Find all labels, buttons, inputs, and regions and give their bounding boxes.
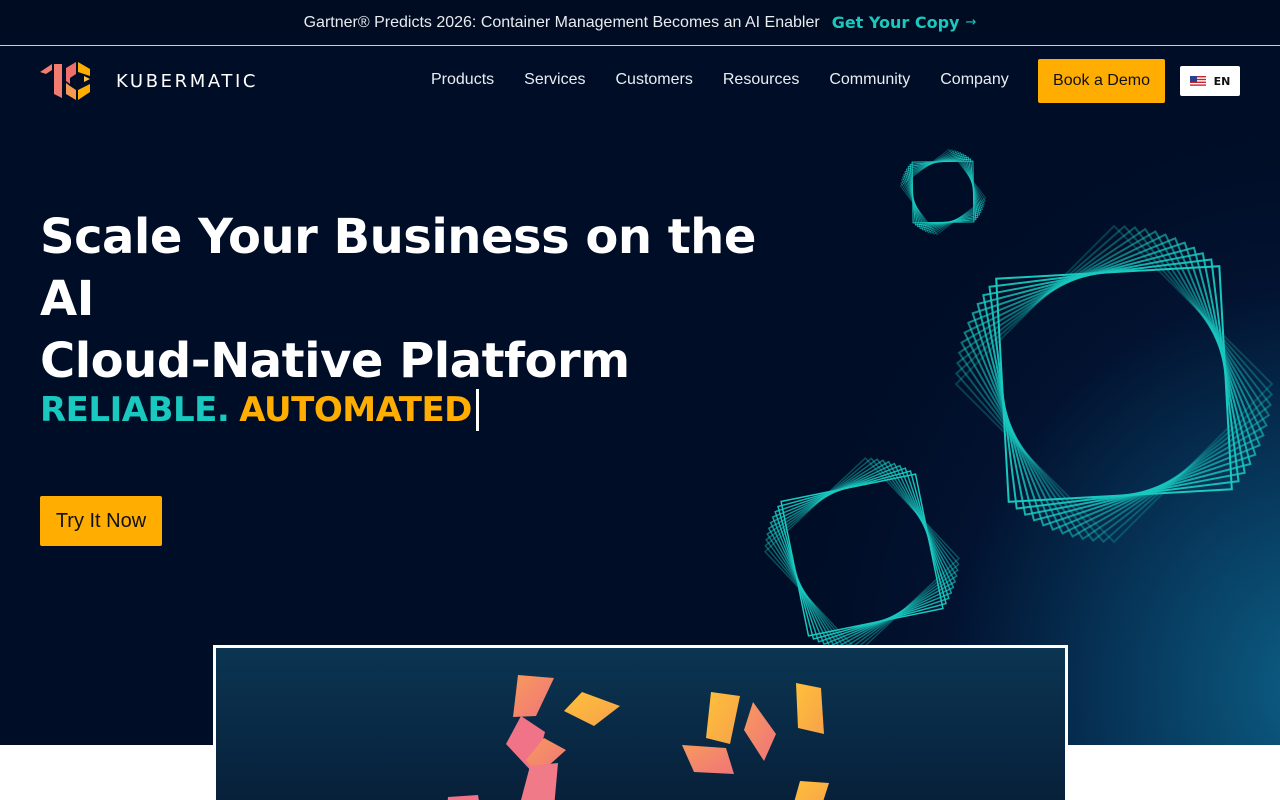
nav-item-company[interactable]: Company xyxy=(925,71,1023,89)
nav-item-community[interactable]: Community xyxy=(814,71,925,89)
try-it-now-button[interactable]: Try It Now xyxy=(40,496,162,546)
hero-tagline: RELIABLE. AUTOMATED xyxy=(40,388,479,432)
hero-headline-line1: Scale Your Business on the AI xyxy=(40,209,756,327)
hero-headline-line2: Cloud-Native Platform xyxy=(40,333,630,389)
language-label: EN xyxy=(1213,74,1231,88)
announcement-link-label: Get Your Copy xyxy=(831,13,960,32)
main-menu: Products Services Customers Resources Co… xyxy=(416,71,1024,89)
brand-logo[interactable]: KUBERMATIC xyxy=(40,62,258,100)
tagline-automated: AUTOMATED xyxy=(239,390,472,430)
get-your-copy-link[interactable]: Get Your Copy → xyxy=(832,13,977,32)
hero-headline: Scale Your Business on the AI Cloud-Nati… xyxy=(40,206,800,392)
tagline-reliable: RELIABLE. xyxy=(40,390,230,430)
language-selector[interactable]: EN xyxy=(1180,66,1240,96)
typing-cursor xyxy=(475,389,479,431)
kubermatic-logo-icon xyxy=(40,62,90,100)
scattered-shapes-illustration xyxy=(447,675,829,800)
us-flag-icon xyxy=(1189,75,1206,87)
hero-media-preview[interactable] xyxy=(213,645,1068,800)
announcement-text: Gartner® Predicts 2026: Container Manage… xyxy=(303,13,820,31)
book-demo-button[interactable]: Book a Demo xyxy=(1038,59,1165,103)
nav-item-services[interactable]: Services xyxy=(509,71,600,89)
brand-name: KUBERMATIC xyxy=(116,70,259,92)
arrow-right-icon: → xyxy=(965,15,977,30)
hero-section: KUBERMATIC Products Services Customers R… xyxy=(0,46,1280,745)
announcement-bar: Gartner® Predicts 2026: Container Manage… xyxy=(0,0,1280,46)
nav-item-customers[interactable]: Customers xyxy=(601,71,708,89)
top-nav: KUBERMATIC Products Services Customers R… xyxy=(0,46,1280,118)
nav-item-products[interactable]: Products xyxy=(416,71,509,89)
nav-item-resources[interactable]: Resources xyxy=(708,71,814,89)
page: Gartner® Predicts 2026: Container Manage… xyxy=(0,0,1280,800)
